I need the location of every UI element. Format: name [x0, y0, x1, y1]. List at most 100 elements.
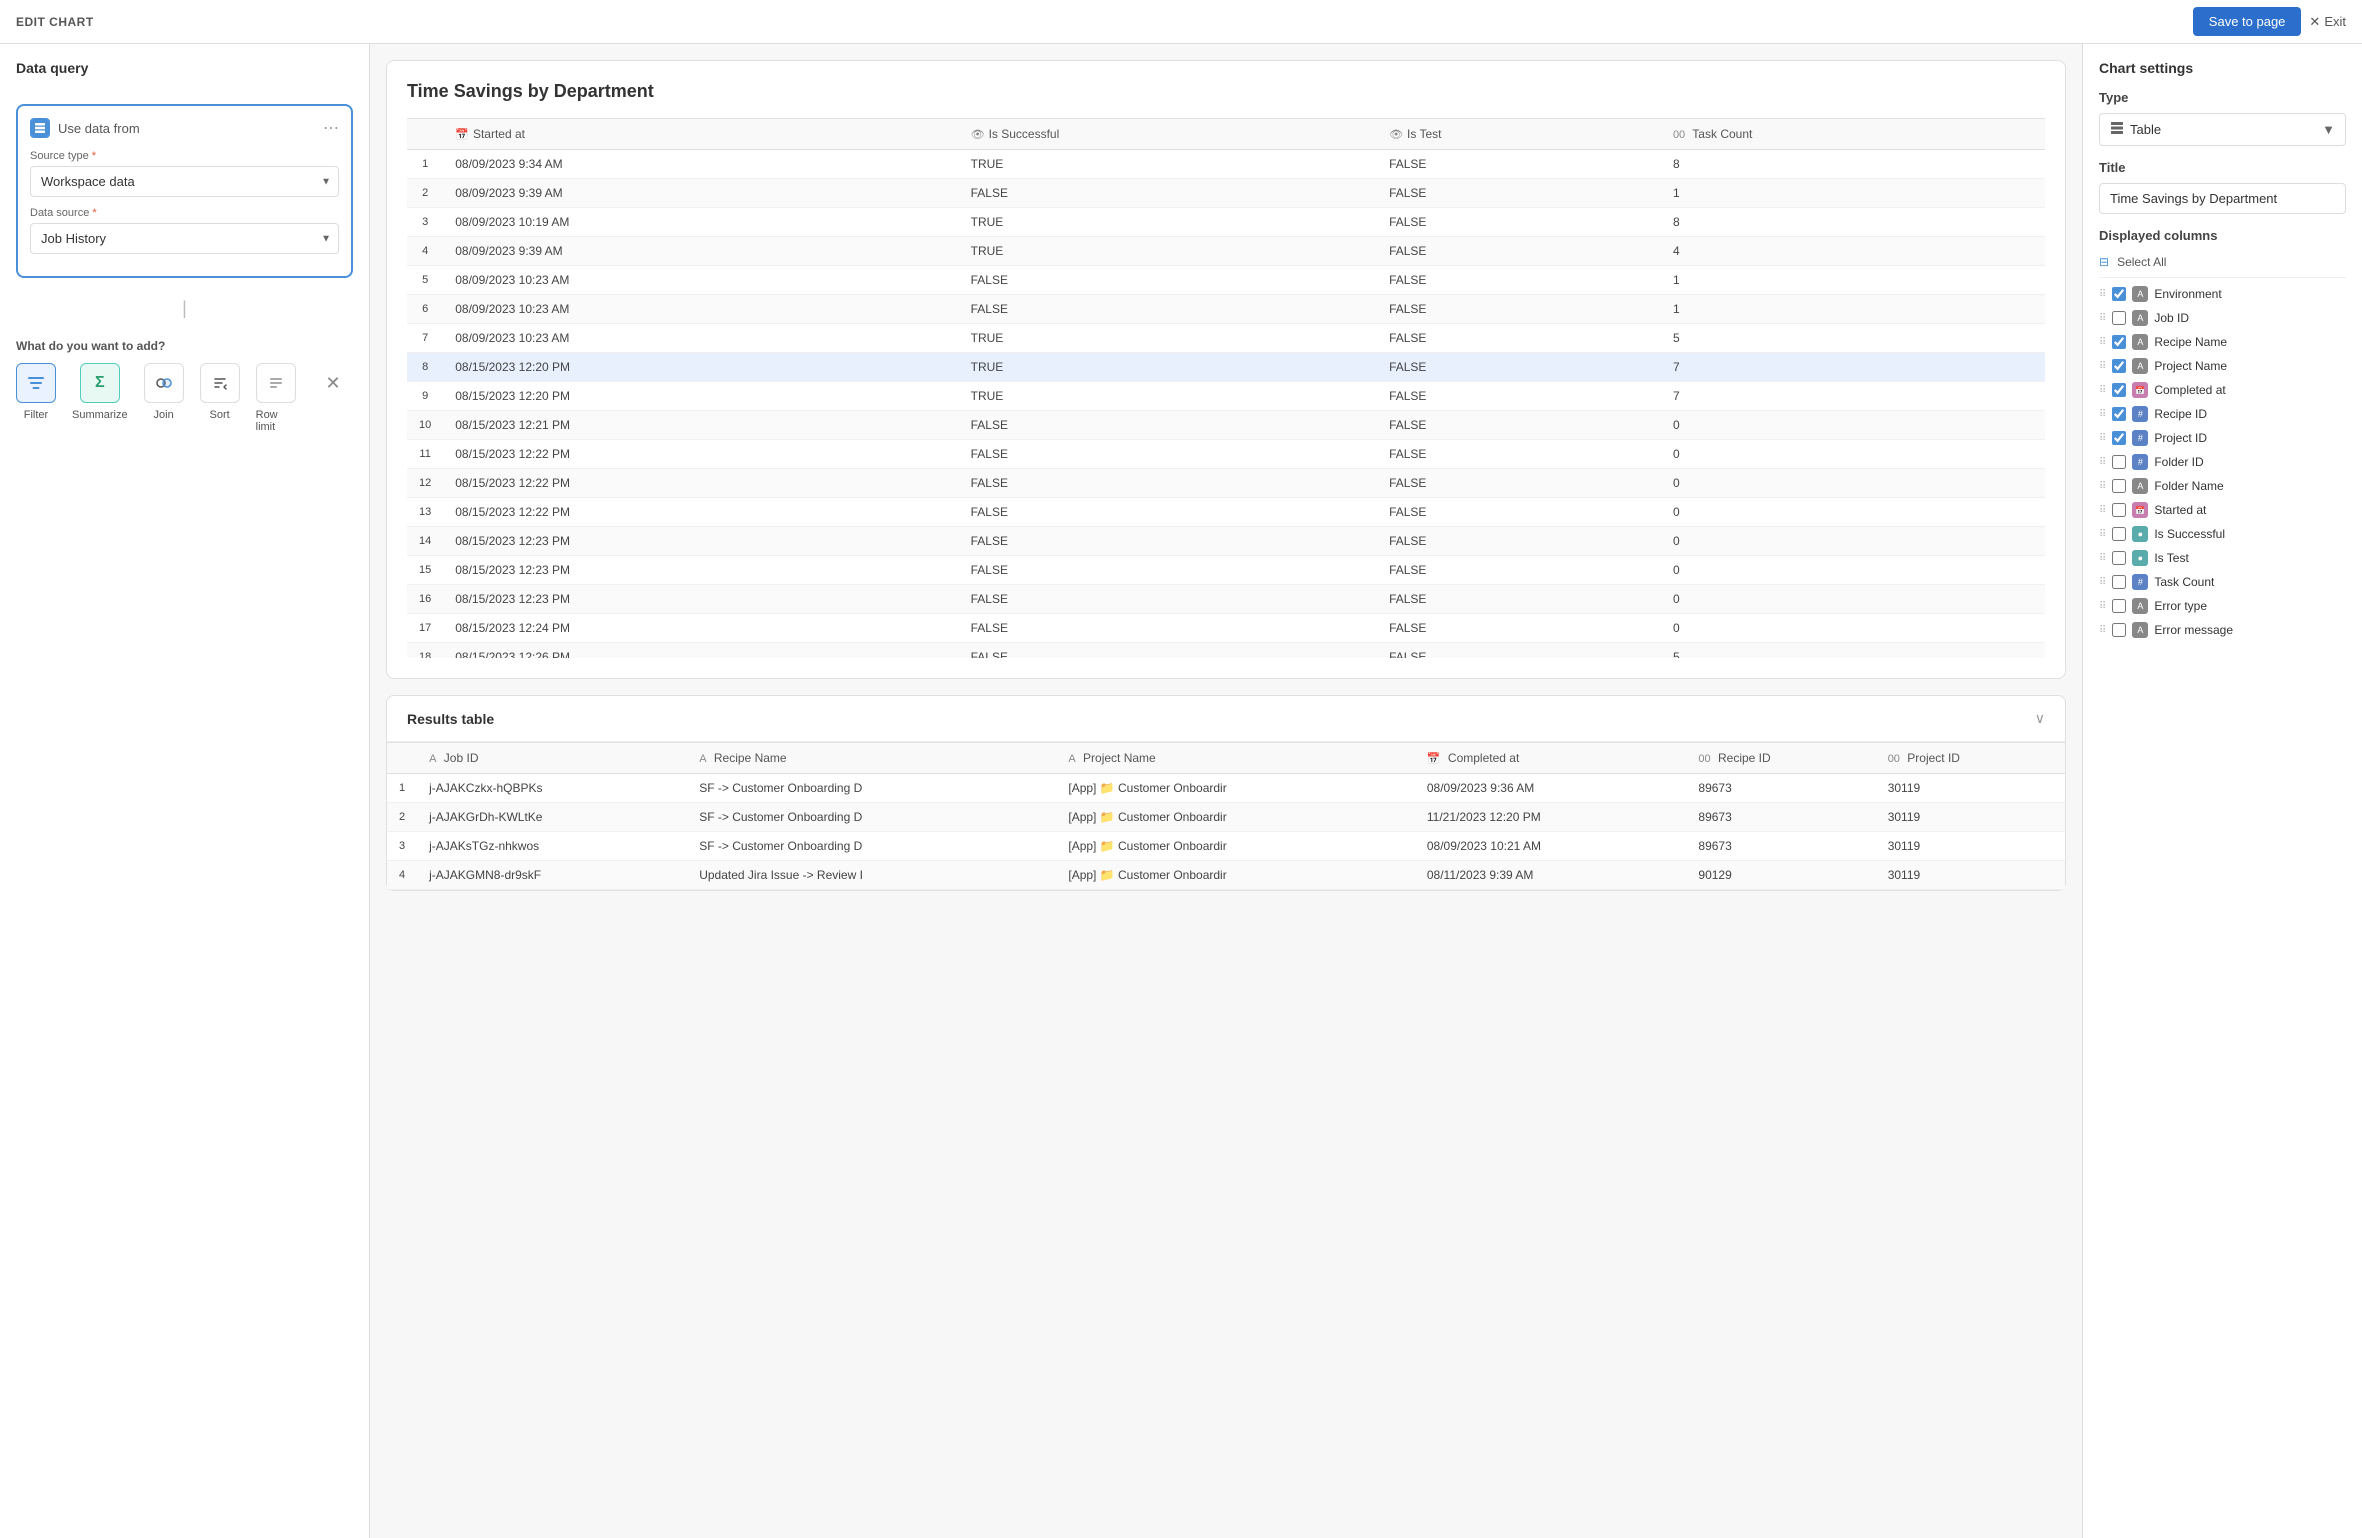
column-checkbox[interactable] — [2112, 359, 2126, 373]
type-dropdown-icon[interactable]: ▼ — [2322, 122, 2335, 137]
connector-line: | — [16, 294, 353, 323]
more-options-icon[interactable]: ⋯ — [323, 118, 339, 138]
is-successful-cell: FALSE — [959, 266, 1377, 295]
column-checkbox[interactable] — [2112, 623, 2126, 637]
table-row: 3 j-AJAKsTGz-nhkwos SF -> Customer Onboa… — [387, 832, 2065, 861]
drag-handle-icon[interactable]: ⠿ — [2099, 529, 2106, 540]
drag-handle-icon[interactable]: ⠿ — [2099, 553, 2106, 564]
results-chevron-icon[interactable]: ∨ — [2035, 710, 2045, 727]
column-checkbox[interactable] — [2112, 383, 2126, 397]
recipe-id-header[interactable]: 00 Recipe ID — [1686, 743, 1875, 774]
column-name: Started at — [2154, 503, 2206, 517]
column-checkbox[interactable] — [2112, 599, 2126, 613]
project-name-cell: [App] 📁 Customer Onboardir — [1056, 803, 1415, 832]
is-successful-cell: FALSE — [959, 614, 1377, 643]
select-all-label[interactable]: Select All — [2117, 255, 2166, 269]
column-checkbox[interactable] — [2112, 407, 2126, 421]
drag-handle-icon[interactable]: ⠿ — [2099, 289, 2106, 300]
is-successful-cell: FALSE — [959, 440, 1377, 469]
is-test-header[interactable]: 👁Is Test — [1377, 119, 1661, 150]
chart-table-scroll[interactable]: 📅Started at 👁Is Successful 👁Is Test 00 T… — [407, 118, 2045, 658]
join-action[interactable]: Join — [144, 363, 184, 421]
results-section: Results table ∨ A Job ID A Recipe Name A… — [386, 695, 2066, 891]
recipe-name-header[interactable]: A Recipe Name — [687, 743, 1056, 774]
drag-handle-icon[interactable]: ⠿ — [2099, 457, 2106, 468]
data-source-select[interactable]: Job History — [30, 223, 339, 254]
column-checkbox[interactable] — [2112, 287, 2126, 301]
completed-at-cell: 08/09/2023 9:36 AM — [1415, 774, 1687, 803]
task-count-header[interactable]: 00 Task Count — [1661, 119, 2045, 150]
task-count-cell: 1 — [1661, 295, 2045, 324]
task-count-cell: 5 — [1661, 643, 2045, 659]
column-name: Is Test — [2154, 551, 2188, 565]
column-checkbox[interactable] — [2112, 575, 2126, 589]
exit-button[interactable]: ✕ Exit — [2309, 14, 2346, 30]
is-test-cell: FALSE — [1377, 150, 1661, 179]
started-at-cell: 08/09/2023 10:23 AM — [443, 266, 958, 295]
is-successful-header[interactable]: 👁Is Successful — [959, 119, 1377, 150]
project-name-header[interactable]: A Project Name — [1056, 743, 1415, 774]
column-type-icon: 📅 — [2132, 502, 2148, 518]
table-row: 8 08/15/2023 12:20 PM TRUE FALSE 7 — [407, 353, 2045, 382]
drag-handle-icon[interactable]: ⠿ — [2099, 385, 2106, 396]
chart-title-input[interactable] — [2099, 183, 2346, 214]
summarize-action[interactable]: Σ Summarize — [72, 363, 128, 421]
completed-at-cell: 08/09/2023 10:21 AM — [1415, 832, 1687, 861]
close-icon: ✕ — [2309, 14, 2320, 30]
completed-at-header[interactable]: 📅 Completed at — [1415, 743, 1687, 774]
drag-handle-icon[interactable]: ⠿ — [2099, 505, 2106, 516]
clear-action[interactable]: ✕ — [313, 363, 353, 403]
drag-handle-icon[interactable]: ⠿ — [2099, 409, 2106, 420]
is-successful-cell: TRUE — [959, 382, 1377, 411]
drag-handle-icon[interactable]: ⠿ — [2099, 601, 2106, 612]
drag-handle-icon[interactable]: ⠿ — [2099, 625, 2106, 636]
started-at-cell: 08/15/2023 12:22 PM — [443, 440, 958, 469]
column-checkbox[interactable] — [2112, 455, 2126, 469]
text-icon-2: A — [699, 753, 706, 765]
is-successful-cell: TRUE — [959, 353, 1377, 382]
column-type-icon: A — [2132, 286, 2148, 302]
started-at-header[interactable]: 📅Started at — [443, 119, 958, 150]
column-checkbox[interactable] — [2112, 527, 2126, 541]
row-num-header — [407, 119, 443, 150]
column-checkbox[interactable] — [2112, 551, 2126, 565]
columns-section-title: Displayed columns — [2099, 228, 2346, 243]
sort-action[interactable]: Sort — [200, 363, 240, 421]
is-test-cell: FALSE — [1377, 527, 1661, 556]
date-icon-1: 📅 — [1427, 753, 1441, 765]
drag-handle-icon[interactable]: ⠿ — [2099, 481, 2106, 492]
drag-handle-icon[interactable]: ⠿ — [2099, 337, 2106, 348]
row-number: 11 — [407, 440, 443, 469]
chart-preview-title: Time Savings by Department — [407, 81, 2045, 102]
table-row: 1 08/09/2023 9:34 AM TRUE FALSE 8 — [407, 150, 2045, 179]
source-type-select-wrapper: Workspace data ▼ — [30, 166, 339, 197]
drag-handle-icon[interactable]: ⠿ — [2099, 361, 2106, 372]
filter-action[interactable]: Filter — [16, 363, 56, 421]
column-checkbox[interactable] — [2112, 503, 2126, 517]
column-checkbox[interactable] — [2112, 479, 2126, 493]
drag-handle-icon[interactable]: ⠿ — [2099, 313, 2106, 324]
column-checkbox[interactable] — [2112, 431, 2126, 445]
join-icon — [144, 363, 184, 403]
source-type-select[interactable]: Workspace data — [30, 166, 339, 197]
column-checkbox[interactable] — [2112, 311, 2126, 325]
column-checkbox[interactable] — [2112, 335, 2126, 349]
page-title: EDIT CHART — [16, 15, 94, 29]
is-test-cell: FALSE — [1377, 411, 1661, 440]
column-name: Project Name — [2154, 359, 2227, 373]
drag-handle-icon[interactable]: ⠿ — [2099, 577, 2106, 588]
date-col-icon: 📅 — [455, 129, 469, 141]
task-count-cell: 5 — [1661, 324, 2045, 353]
card-header: Use data from ⋯ — [30, 118, 339, 138]
results-table-scroll[interactable]: A Job ID A Recipe Name A Project Name 📅 … — [387, 742, 2065, 890]
save-button[interactable]: Save to page — [2193, 7, 2302, 36]
is-successful-cell: FALSE — [959, 643, 1377, 659]
is-successful-cell: FALSE — [959, 295, 1377, 324]
column-item: ⠿ ● Is Successful — [2099, 522, 2346, 546]
drag-handle-icon[interactable]: ⠿ — [2099, 433, 2106, 444]
job-id-header[interactable]: A Job ID — [417, 743, 687, 774]
text-icon-1: A — [429, 753, 436, 765]
project-id-header[interactable]: 00 Project ID — [1876, 743, 2065, 774]
row-limit-action[interactable]: Row limit — [256, 363, 297, 433]
add-section-title: What do you want to add? — [16, 339, 353, 353]
